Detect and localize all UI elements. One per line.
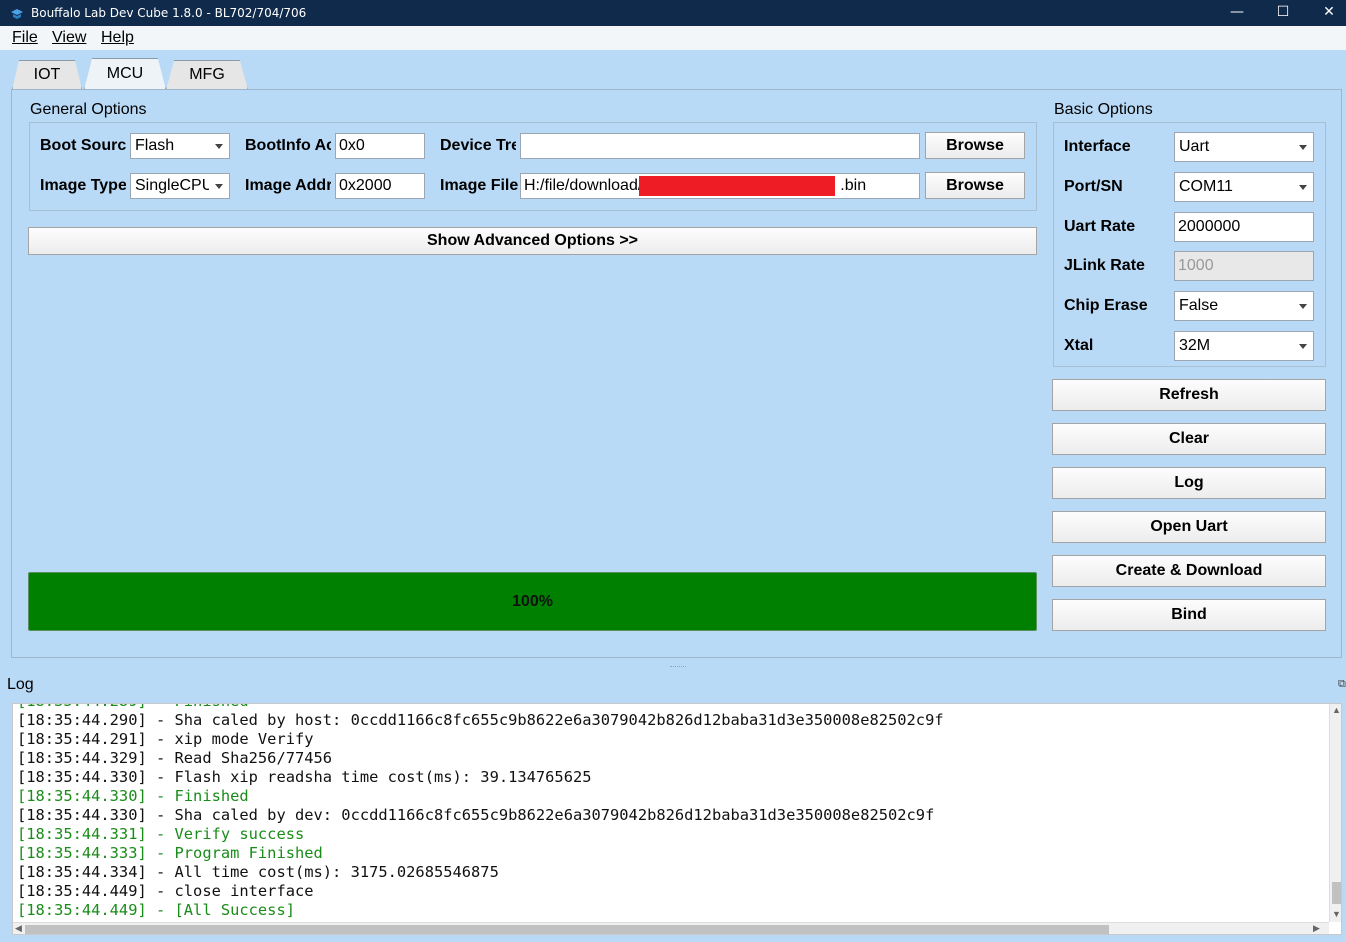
chevron-down-icon (1299, 304, 1307, 309)
uart-rate-input[interactable]: 2000000 (1174, 212, 1314, 242)
scroll-left-icon[interactable]: ◀ (15, 923, 22, 934)
image-addr-label: Image Addr (245, 177, 331, 194)
boot-source-label: Boot Sourc (40, 137, 126, 154)
jlink-rate-label: JLink Rate (1064, 257, 1145, 274)
uart-rate-label: Uart Rate (1064, 218, 1136, 235)
xtal-label: Xtal (1064, 337, 1094, 354)
splitter-handle[interactable] (670, 666, 686, 669)
image-file-label: Image File (440, 177, 518, 194)
log-vertical-scrollbar[interactable]: ▲ ▼ (1329, 704, 1341, 922)
log-line: [18:35:44.449] - [All Success] (17, 901, 295, 919)
scroll-right-icon[interactable]: ▶ (1313, 923, 1320, 934)
log-output[interactable]: [18:35:44.289] - Finished[18:35:44.290] … (12, 703, 1342, 935)
log-line: [18:35:44.329] - Read Sha256/77456 (17, 749, 333, 767)
log-line: [18:35:44.331] - Verify success (17, 825, 305, 843)
log-line: [18:35:44.330] - Flash xip readsha time … (17, 768, 592, 786)
log-line: [18:35:44.290] - Sha caled by host: 0ccd… (17, 711, 944, 729)
menu-view[interactable]: View (52, 29, 86, 47)
tab-iot[interactable]: IOT (12, 60, 82, 90)
device-tree-label: Device Tre (440, 137, 516, 154)
boot-source-value: Flash (135, 137, 175, 154)
image-file-browse-button[interactable]: Browse (925, 172, 1025, 199)
menu-view-label: View (52, 29, 87, 46)
tab-mfg[interactable]: MFG (166, 60, 248, 90)
menu-help-label: Help (101, 29, 134, 46)
log-line: [18:35:44.291] - xip mode Verify (17, 730, 314, 748)
basic-options-title: Basic Options (1054, 101, 1153, 118)
scroll-down-icon[interactable]: ▼ (1332, 909, 1341, 919)
log-line: [18:35:44.449] - close interface (17, 882, 314, 900)
chevron-down-icon (1299, 145, 1307, 150)
chevron-down-icon (1299, 185, 1307, 190)
log-line: [18:35:44.330] - Sha caled by dev: 0ccdd… (17, 806, 935, 824)
log-line: [18:35:44.330] - Finished (17, 787, 249, 805)
log-line: [18:35:44.334] - All time cost(ms): 3175… (17, 863, 499, 881)
chevron-down-icon (215, 184, 223, 189)
general-options-title: General Options (30, 101, 147, 118)
title-bar: Bouffalo Lab Dev Cube 1.8.0 - BL702/704/… (0, 0, 1346, 26)
image-addr-input[interactable]: 0x2000 (335, 173, 425, 199)
log-button[interactable]: Log (1052, 467, 1326, 499)
window-title: Bouffalo Lab Dev Cube 1.8.0 - BL702/704/… (31, 6, 307, 20)
show-advanced-options-button[interactable]: Show Advanced Options >> (28, 227, 1037, 255)
port-sn-value: COM11 (1179, 178, 1233, 195)
minimize-button[interactable]: — (1214, 0, 1260, 26)
menu-bar: File View Help (0, 26, 1346, 50)
device-tree-browse-button[interactable]: Browse (925, 132, 1025, 159)
menu-file-label: File (12, 29, 38, 46)
progress-bar: 100% (28, 572, 1037, 631)
log-line: [18:35:44.333] - Program Finished (17, 844, 323, 862)
open-uart-button[interactable]: Open Uart (1052, 511, 1326, 543)
bootinfo-addr-input[interactable]: 0x0 (335, 133, 425, 159)
scroll-thumb[interactable] (1332, 882, 1341, 904)
menu-file[interactable]: File (12, 29, 38, 47)
tab-mcu[interactable]: MCU (84, 58, 166, 90)
boot-source-select[interactable]: Flash (130, 133, 230, 159)
close-button[interactable]: ✕ (1306, 0, 1346, 26)
chip-erase-select[interactable]: False (1174, 291, 1314, 321)
clear-button[interactable]: Clear (1052, 423, 1326, 455)
redaction-mark (639, 176, 835, 196)
bootinfo-addr-label: BootInfo Ac (245, 137, 331, 154)
chip-erase-label: Chip Erase (1064, 297, 1148, 314)
chip-erase-value: False (1179, 297, 1219, 314)
log-horizontal-scrollbar[interactable]: ◀ ▶ (13, 922, 1329, 934)
log-line: [18:35:44.289] - Finished (17, 704, 944, 711)
port-sn-select[interactable]: COM11 (1174, 172, 1314, 202)
maximize-button[interactable]: ☐ (1260, 0, 1306, 26)
bind-button[interactable]: Bind (1052, 599, 1326, 631)
scroll-thumb[interactable] (25, 925, 1109, 934)
jlink-rate-input: 1000 (1174, 251, 1314, 281)
undock-icon[interactable]: ⧉ (1338, 678, 1346, 691)
app-logo-icon (11, 9, 23, 19)
interface-label: Interface (1064, 138, 1131, 155)
image-type-value: SingleCPU (135, 177, 209, 194)
port-sn-label: Port/SN (1064, 178, 1123, 195)
menu-help[interactable]: Help (101, 29, 134, 47)
xtal-value: 32M (1179, 337, 1211, 354)
image-type-select[interactable]: SingleCPU (130, 173, 230, 199)
xtal-select[interactable]: 32M (1174, 331, 1314, 361)
interface-select[interactable]: Uart (1174, 132, 1314, 162)
chevron-down-icon (1299, 344, 1307, 349)
scroll-up-icon[interactable]: ▲ (1332, 705, 1341, 715)
log-title: Log (7, 676, 34, 693)
chevron-down-icon (215, 144, 223, 149)
refresh-button[interactable]: Refresh (1052, 379, 1326, 411)
image-type-label: Image Type (40, 177, 126, 194)
image-file-path-suffix: .bin (840, 177, 867, 194)
create-download-button[interactable]: Create & Download (1052, 555, 1326, 587)
image-file-path-prefix: H:/file/download/ (524, 177, 643, 194)
device-tree-input[interactable] (520, 133, 920, 159)
log-lines: [18:35:44.289] - Finished[18:35:44.290] … (17, 704, 944, 920)
interface-value: Uart (1179, 138, 1210, 155)
